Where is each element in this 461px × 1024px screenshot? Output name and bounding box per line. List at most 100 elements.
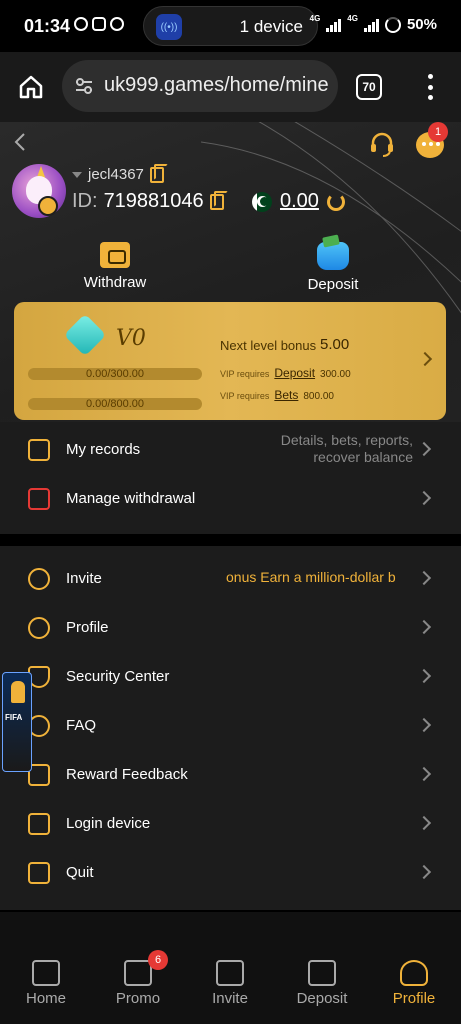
menu-item-label: Login device (66, 815, 151, 832)
logout-icon (28, 862, 50, 884)
menu-item-invite[interactable]: Invite onus Earn a million-dollar b (0, 555, 461, 604)
account-section: Invite onus Earn a million-dollar b Prof… (0, 546, 461, 910)
menu-item-label: Profile (66, 619, 109, 636)
battery-icon (384, 16, 401, 33)
copy-username-icon[interactable] (149, 163, 168, 183)
status-indicators: 4G 4G 50% (309, 14, 437, 33)
withdraw-label: Withdraw (83, 274, 147, 291)
browser-toolbar: uk999.games/home/mine 70 (0, 52, 461, 122)
chevron-right-icon (416, 570, 432, 586)
chevron-right-icon (416, 490, 432, 506)
profile-icon (400, 960, 428, 986)
nav-promo[interactable]: Promo (98, 960, 178, 1007)
menu-item-label: My records (66, 441, 141, 458)
menu-item-manage-withdrawal[interactable]: Manage withdrawal (0, 475, 461, 524)
headset-icon[interactable] (368, 130, 396, 158)
records-icon (28, 439, 50, 461)
deposit-requirement-value: 300.00 (320, 369, 351, 380)
nav-home[interactable]: Home (6, 960, 86, 1007)
menu-item-login-device[interactable]: Login device (0, 800, 461, 849)
deposit-progress-bar: 0.00/300.00 (28, 368, 202, 380)
nav-profile[interactable]: Profile (374, 960, 454, 1007)
menu-item-faq[interactable]: FAQ (0, 702, 461, 751)
users-icon (216, 960, 244, 986)
bets-link[interactable]: Bets (274, 388, 298, 402)
withdraw-button[interactable]: Withdraw (45, 242, 185, 291)
bets-requirement-value: 800.00 (303, 391, 334, 402)
vip-level: V0 (116, 326, 146, 351)
wallet-icon (308, 960, 336, 986)
status-bar: 01:34 ((•)) 1 device 4G 4G 50% (0, 0, 461, 52)
message-badge: 1 (428, 122, 448, 142)
id-label: ID: (72, 190, 98, 212)
notification-icons (74, 17, 124, 31)
tab-switcher-button[interactable]: 70 (356, 74, 382, 100)
balance-value: 0.00 (280, 190, 319, 212)
deposit-button[interactable]: Deposit (263, 242, 403, 293)
nav-label: Promo (115, 990, 161, 1007)
invite-icon (28, 568, 50, 590)
nav-invite[interactable]: Invite (190, 960, 270, 1007)
signal-icon-2 (363, 18, 379, 32)
chat-icon (110, 17, 124, 31)
bets-progress-bar: 0.00/800.00 (28, 398, 202, 410)
chevron-right-icon (416, 619, 432, 635)
nfc-icon: ((•)) (156, 14, 182, 40)
menu-item-label: Quit (66, 864, 94, 881)
wallet-icon (317, 242, 349, 270)
chevron-right-icon (416, 668, 432, 684)
chevron-right-icon (416, 815, 432, 831)
nav-label: Invite (212, 990, 248, 1007)
promo-badge: 6 (148, 950, 168, 970)
device-count: 1 device (239, 17, 303, 36)
address-bar[interactable]: uk999.games/home/mine (62, 60, 338, 112)
menu-item-my-records[interactable]: My records Details, bets, reports, recov… (0, 426, 461, 475)
username: jecl4367 (88, 166, 144, 183)
edit-avatar-icon[interactable] (38, 196, 58, 216)
device-pill[interactable]: ((•)) 1 device (143, 6, 318, 46)
req-prefix: VIP requires (220, 369, 270, 379)
menu-item-quit[interactable]: Quit (0, 849, 461, 898)
trophy-icon (11, 681, 25, 703)
site-settings-icon[interactable] (74, 77, 94, 95)
signal-icon (326, 18, 342, 32)
menu-item-label: Reward Feedback (66, 766, 188, 783)
copy-id-icon[interactable] (209, 190, 228, 210)
menu-item-profile[interactable]: Profile (0, 604, 461, 653)
pakistan-flag-icon (252, 191, 272, 212)
network-type: 4G (309, 14, 321, 23)
records-section: My records Details, bets, reports, recov… (0, 422, 461, 534)
home-icon[interactable] (18, 74, 44, 100)
vip-card[interactable]: V0 0.00/300.00 0.00/800.00 Next level bo… (14, 302, 446, 420)
nav-label: Deposit (296, 990, 348, 1007)
withdraw-icon (100, 242, 130, 268)
withdrawal-card-icon (28, 488, 50, 510)
chevron-right-icon (416, 766, 432, 782)
overflow-menu-icon[interactable] (424, 74, 436, 100)
status-time: 01:34 (24, 16, 71, 36)
menu-item-label: Security Center (66, 668, 170, 685)
menu-item-security-center[interactable]: Security Center (0, 653, 461, 702)
back-arrow-icon[interactable] (12, 132, 28, 152)
network-type-2: 4G (347, 14, 358, 23)
caret-down-icon (72, 171, 82, 178)
nav-label: Home (25, 990, 66, 1007)
balance-row: 0.00 (252, 190, 345, 213)
user-id: 719881046 (103, 190, 204, 212)
menu-item-label: Invite (66, 570, 102, 587)
invite-marquee: onus Earn a million-dollar b (226, 569, 396, 585)
deposit-link[interactable]: Deposit (274, 366, 315, 380)
deposit-requirement: VIP requires Deposit 300.00 (220, 366, 351, 380)
menu-item-reward-feedback[interactable]: Reward Feedback (0, 751, 461, 800)
deposit-label: Deposit (307, 276, 359, 293)
bottom-nav: Home Promo 6 Invite Deposit Profile (0, 912, 461, 1024)
nav-deposit[interactable]: Deposit (282, 960, 362, 1007)
instagram-icon (92, 17, 106, 31)
floating-promo-banner[interactable]: FIFA (2, 672, 32, 772)
bets-requirement: VIP requires Bets 800.00 (220, 388, 334, 402)
refresh-balance-icon[interactable] (326, 192, 345, 211)
next-level-label: Next level bonus (220, 338, 317, 353)
banner-text: FIFA (5, 713, 23, 722)
username-row: jecl4367 (72, 163, 168, 183)
chevron-right-icon (416, 441, 432, 457)
